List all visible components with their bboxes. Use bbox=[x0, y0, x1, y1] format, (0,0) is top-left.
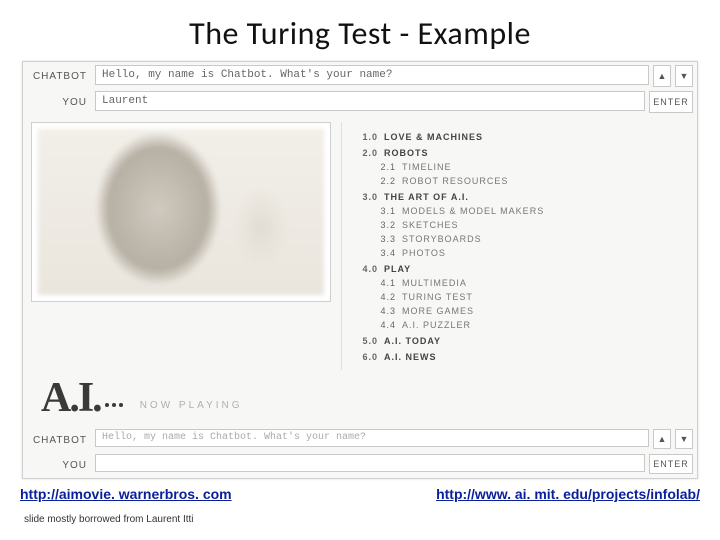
scroll-down-button-bottom[interactable]: ▼ bbox=[675, 429, 693, 449]
enter-button-bottom[interactable]: ENTER bbox=[649, 454, 693, 474]
screenshot-panel: CHATBOT Hello, my name is Chatbot. What'… bbox=[22, 61, 698, 479]
chatbot-label: CHATBOT bbox=[27, 65, 91, 87]
chatbot-output: Hello, my name is Chatbot. What's your n… bbox=[95, 65, 649, 85]
menu-subitem[interactable]: 3.1MODELS & MODEL MAKERS bbox=[356, 204, 685, 218]
menu-subitem[interactable]: 2.2ROBOT RESOURCES bbox=[356, 174, 685, 188]
slide-credit: slide mostly borrowed from Laurent Itti bbox=[24, 514, 194, 526]
menu-subitem[interactable]: 3.3STORYBOARDS bbox=[356, 232, 685, 246]
ai-logo: A.I. bbox=[41, 378, 126, 418]
menu-section[interactable]: 1.0LOVE & MACHINES bbox=[356, 130, 685, 144]
scroll-down-button[interactable]: ▼ bbox=[675, 65, 693, 87]
chatbot-label-bottom: CHATBOT bbox=[27, 429, 91, 450]
menu-subitem[interactable]: 4.2TURING TEST bbox=[356, 290, 685, 304]
now-playing-label: NOW PLAYING bbox=[140, 400, 243, 412]
menu-section[interactable]: 2.0ROBOTS bbox=[356, 146, 685, 160]
scroll-up-button[interactable]: ▲ bbox=[653, 65, 671, 87]
menu-subitem[interactable]: 2.1TIMELINE bbox=[356, 160, 685, 174]
scroll-up-button-bottom[interactable]: ▲ bbox=[653, 429, 671, 449]
user-input[interactable]: Laurent bbox=[95, 91, 645, 111]
site-menu: 1.0LOVE & MACHINES 2.0ROBOTS2.1TIMELINE2.… bbox=[352, 122, 689, 370]
chat-panel-bottom: CHATBOT Hello, my name is Chatbot. What'… bbox=[23, 426, 697, 478]
menu-subitem[interactable]: 3.4PHOTOS bbox=[356, 246, 685, 260]
slide-title: The Turing Test - Example bbox=[0, 0, 720, 61]
user-input-bottom[interactable] bbox=[95, 454, 645, 472]
enter-button[interactable]: ENTER bbox=[649, 91, 693, 113]
menu-section[interactable]: 4.0PLAY bbox=[356, 262, 685, 276]
you-label-bottom: YOU bbox=[27, 454, 91, 475]
menu-subitem[interactable]: 4.1MULTIMEDIA bbox=[356, 276, 685, 290]
link-mit-infolab[interactable]: http://www. ai. mit. edu/projects/infola… bbox=[436, 486, 700, 502]
menu-subitem[interactable]: 3.2SKETCHES bbox=[356, 218, 685, 232]
link-aimovie[interactable]: http://aimovie. warnerbros. com bbox=[20, 486, 232, 502]
video-still bbox=[31, 122, 331, 302]
menu-subitem[interactable]: 4.3MORE GAMES bbox=[356, 304, 685, 318]
menu-subitem[interactable]: 4.4A.I. PUZZLER bbox=[356, 318, 685, 332]
divider bbox=[341, 122, 342, 370]
menu-section[interactable]: 5.0A.I. TODAY bbox=[356, 334, 685, 348]
you-label: YOU bbox=[27, 91, 91, 113]
chat-panel-top: CHATBOT Hello, my name is Chatbot. What'… bbox=[23, 62, 697, 116]
menu-section[interactable]: 3.0THE ART OF A.I. bbox=[356, 190, 685, 204]
chatbot-output-bottom: Hello, my name is Chatbot. What's your n… bbox=[95, 429, 649, 447]
menu-section[interactable]: 6.0A.I. NEWS bbox=[356, 350, 685, 364]
